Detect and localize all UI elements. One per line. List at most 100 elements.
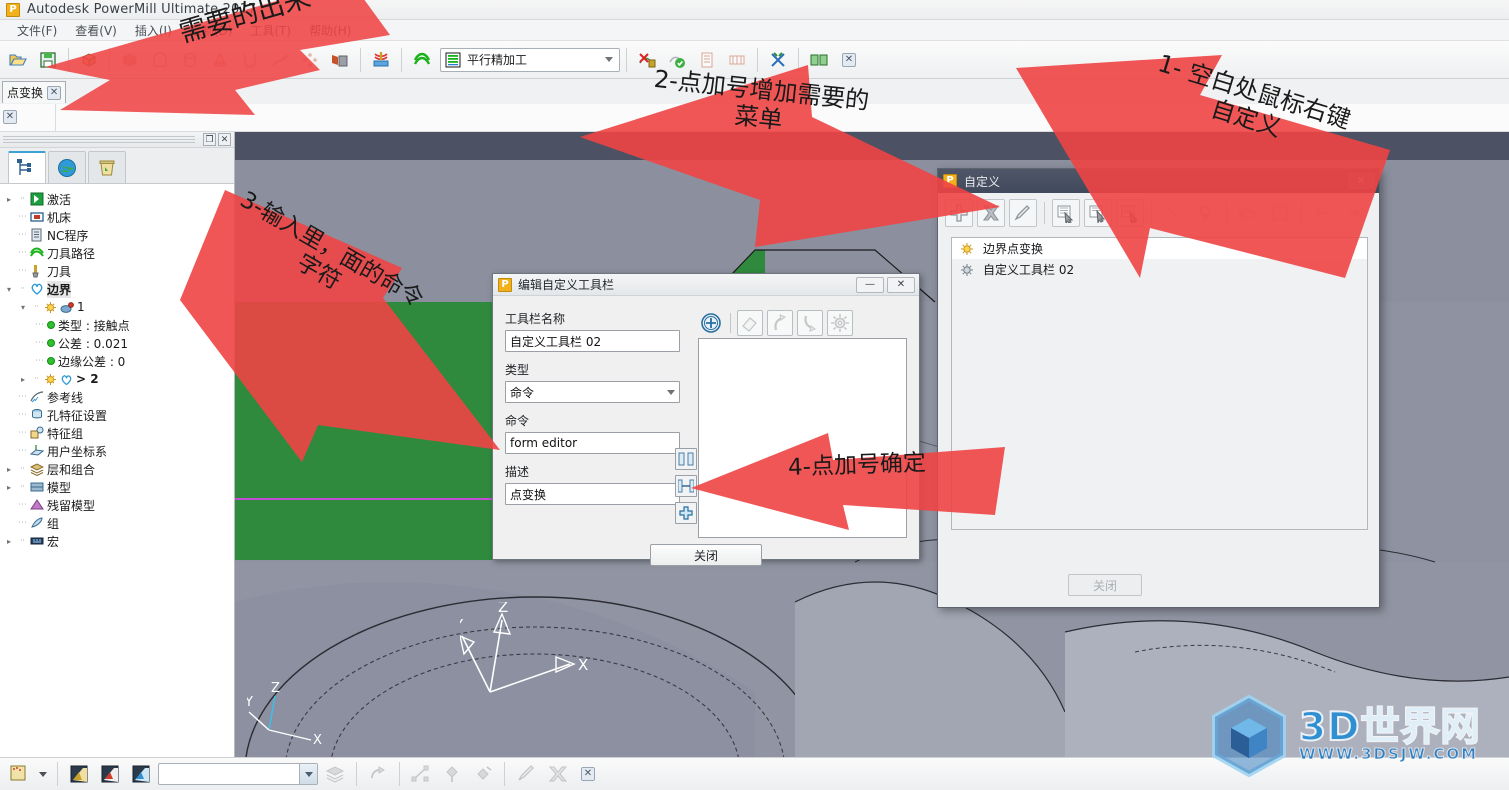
tree-item-nc-program[interactable]: ⋯ NC程序 — [4, 226, 234, 244]
shading-dropdown-icon[interactable] — [36, 760, 50, 788]
menu-insert[interactable]: 插入(I) — [126, 20, 181, 41]
curve-pencil-icon[interactable] — [266, 46, 294, 74]
tool-database-icon[interactable] — [723, 46, 751, 74]
list-select-3-icon[interactable] — [1116, 199, 1144, 227]
close-button[interactable]: ✕ — [887, 276, 915, 293]
view-shade-2-icon[interactable] — [96, 760, 124, 788]
menu-draw[interactable]: 绘制(D) — [181, 20, 242, 41]
rotate-view-icon[interactable] — [364, 760, 392, 788]
open-project-icon[interactable] — [4, 46, 32, 74]
close-button[interactable]: 关闭 — [1068, 574, 1142, 596]
plus-icon[interactable] — [945, 199, 973, 227]
tree-item-activate[interactable]: ▸ ·· 激活 — [4, 190, 234, 208]
cylinder-icon[interactable] — [176, 46, 204, 74]
menu-tools[interactable]: 工具(T) — [241, 20, 300, 41]
view-combo[interactable] — [158, 763, 318, 785]
close-view-icon[interactable]: ✕ — [835, 46, 863, 74]
customise-dialog[interactable]: P 自定义 ✕ 边界点变换 自定义工具栏 02 关闭 — [937, 168, 1380, 608]
cone-icon[interactable] — [206, 46, 234, 74]
view-blocks-icon[interactable] — [805, 46, 833, 74]
tree-item-machine-tool[interactable]: ⋯ 机床 — [4, 208, 234, 226]
tree-item-feature-groups[interactable]: ⋯ 特征组 — [4, 424, 234, 442]
tree-item-feature-sets[interactable]: ⋯ 孔特征设置 — [4, 406, 234, 424]
chevron-down-icon[interactable] — [667, 389, 675, 395]
list-item[interactable]: 边界点变换 — [952, 238, 1367, 259]
description-input[interactable]: 点变换 — [505, 483, 680, 505]
view-shade-3-icon[interactable] — [127, 760, 155, 788]
tree-item-workplanes[interactable]: ⋯ 用户坐标系 — [4, 442, 234, 460]
layers-icon[interactable] — [321, 760, 349, 788]
block-setup-icon[interactable] — [367, 46, 395, 74]
explorer-close-icon[interactable]: ✕ — [218, 133, 231, 146]
expander-icon[interactable]: ▸ — [18, 375, 28, 384]
menu-view[interactable]: 查看(V) — [66, 20, 126, 41]
expander-icon[interactable]: ▸ — [4, 537, 14, 546]
tree-item-tools[interactable]: ⋯ 刀具 — [4, 262, 234, 280]
customise-items-list[interactable]: 边界点变换 自定义工具栏 02 — [951, 237, 1368, 530]
secondary-close-icon[interactable]: ✕ — [3, 110, 17, 124]
chevron-down-icon[interactable] — [299, 764, 317, 784]
explorer-tab-recycle-bin[interactable] — [88, 151, 126, 183]
tree-item-stock-models[interactable]: ⋯ 残留模型 — [4, 496, 234, 514]
menu-help[interactable]: 帮助(H) — [300, 20, 360, 41]
command-input[interactable]: form editor — [505, 432, 680, 454]
highlighter-icon[interactable] — [512, 760, 540, 788]
explorer-tab-project-tree[interactable] — [8, 151, 46, 183]
expander-icon[interactable]: ▸ — [4, 465, 14, 474]
bulb-on-icon[interactable] — [44, 373, 57, 386]
points-icon[interactable] — [296, 46, 324, 74]
tree-item-models[interactable]: ▸ ·· 模型 — [4, 478, 234, 496]
explorer-grip[interactable]: ❐ ✕ — [0, 132, 234, 148]
expander-icon[interactable]: ▸ — [4, 483, 14, 492]
stretch-icon[interactable] — [675, 475, 697, 497]
bulb-off-icon[interactable] — [960, 263, 974, 277]
close-panel-icon[interactable]: ✕ — [574, 760, 602, 788]
toolbar-name-input[interactable]: 自定义工具栏 02 — [505, 330, 680, 352]
add-circle-icon[interactable] — [698, 310, 724, 336]
close-icon[interactable]: ✕ — [842, 52, 856, 67]
doc-tab-close-icon[interactable]: ✕ — [47, 85, 62, 100]
view-shade-1-icon[interactable] — [65, 760, 93, 788]
explorer-tab-world[interactable] — [48, 151, 86, 183]
delete-x-icon[interactable] — [543, 760, 571, 788]
save-project-icon[interactable] — [34, 46, 62, 74]
block-cube-icon[interactable] — [116, 46, 144, 74]
chevron-down-icon[interactable] — [605, 57, 613, 62]
fixture-icon[interactable] — [326, 46, 354, 74]
bulb-on-icon[interactable] — [960, 242, 974, 256]
expander-icon[interactable]: ▾ — [18, 303, 28, 312]
close-icon[interactable]: ✕ — [581, 767, 595, 781]
simulate-delete-icon[interactable] — [633, 46, 661, 74]
menu-file[interactable]: 文件(F) — [8, 20, 66, 41]
tree-item-groups[interactable]: ⋯ 组 — [4, 514, 234, 532]
type-combo[interactable]: 命令 — [505, 381, 680, 403]
close-button[interactable]: ✕ — [1348, 173, 1374, 189]
collision-check-icon[interactable] — [764, 46, 792, 74]
explorer-float-icon[interactable]: ❐ — [203, 133, 216, 146]
point-remove-icon[interactable] — [469, 760, 497, 788]
delete-x-icon[interactable] — [977, 199, 1005, 227]
toolbar-items-list[interactable] — [698, 338, 907, 538]
u-shape-icon[interactable] — [236, 46, 264, 74]
doc-tab-point-transform[interactable]: 点变换 ✕ — [2, 81, 67, 103]
edit-pencil-icon[interactable] — [1009, 199, 1037, 227]
blocks-icon[interactable] — [75, 46, 103, 74]
tree-item-patterns[interactable]: ⋯ 参考线 — [4, 388, 234, 406]
list-item[interactable]: 自定义工具栏 02 — [952, 259, 1367, 280]
shading-icon[interactable] — [5, 760, 33, 788]
list-select-1-icon[interactable] — [1052, 199, 1080, 227]
tree-item-boundary-1[interactable]: ▾ ·· 1 — [4, 298, 234, 316]
strategy-combo[interactable]: 平行精加工 — [440, 47, 620, 72]
tree-item-macros[interactable]: ▸ ·· 宏 — [4, 532, 234, 550]
toolpath-strategy-icon[interactable] — [408, 46, 436, 74]
plus-icon[interactable] — [675, 502, 697, 524]
list-select-2-icon[interactable] — [1084, 199, 1112, 227]
arch-icon[interactable] — [146, 46, 174, 74]
transform-points-icon[interactable] — [407, 760, 435, 788]
minimize-button[interactable]: — — [856, 276, 884, 293]
verify-toolpath-icon[interactable] — [663, 46, 691, 74]
tree-item-toolpaths[interactable]: ⋯ 刀具路径 — [4, 244, 234, 262]
edit-custom-toolbar-dialog[interactable]: P 编辑自定义工具栏 — ✕ 工具栏名称 自定义工具栏 02 类型 命令 命令 — [492, 273, 920, 566]
tree-item-levels-sets[interactable]: ▸ ·· 层和组合 — [4, 460, 234, 478]
expander-icon[interactable]: ▸ — [4, 195, 14, 204]
